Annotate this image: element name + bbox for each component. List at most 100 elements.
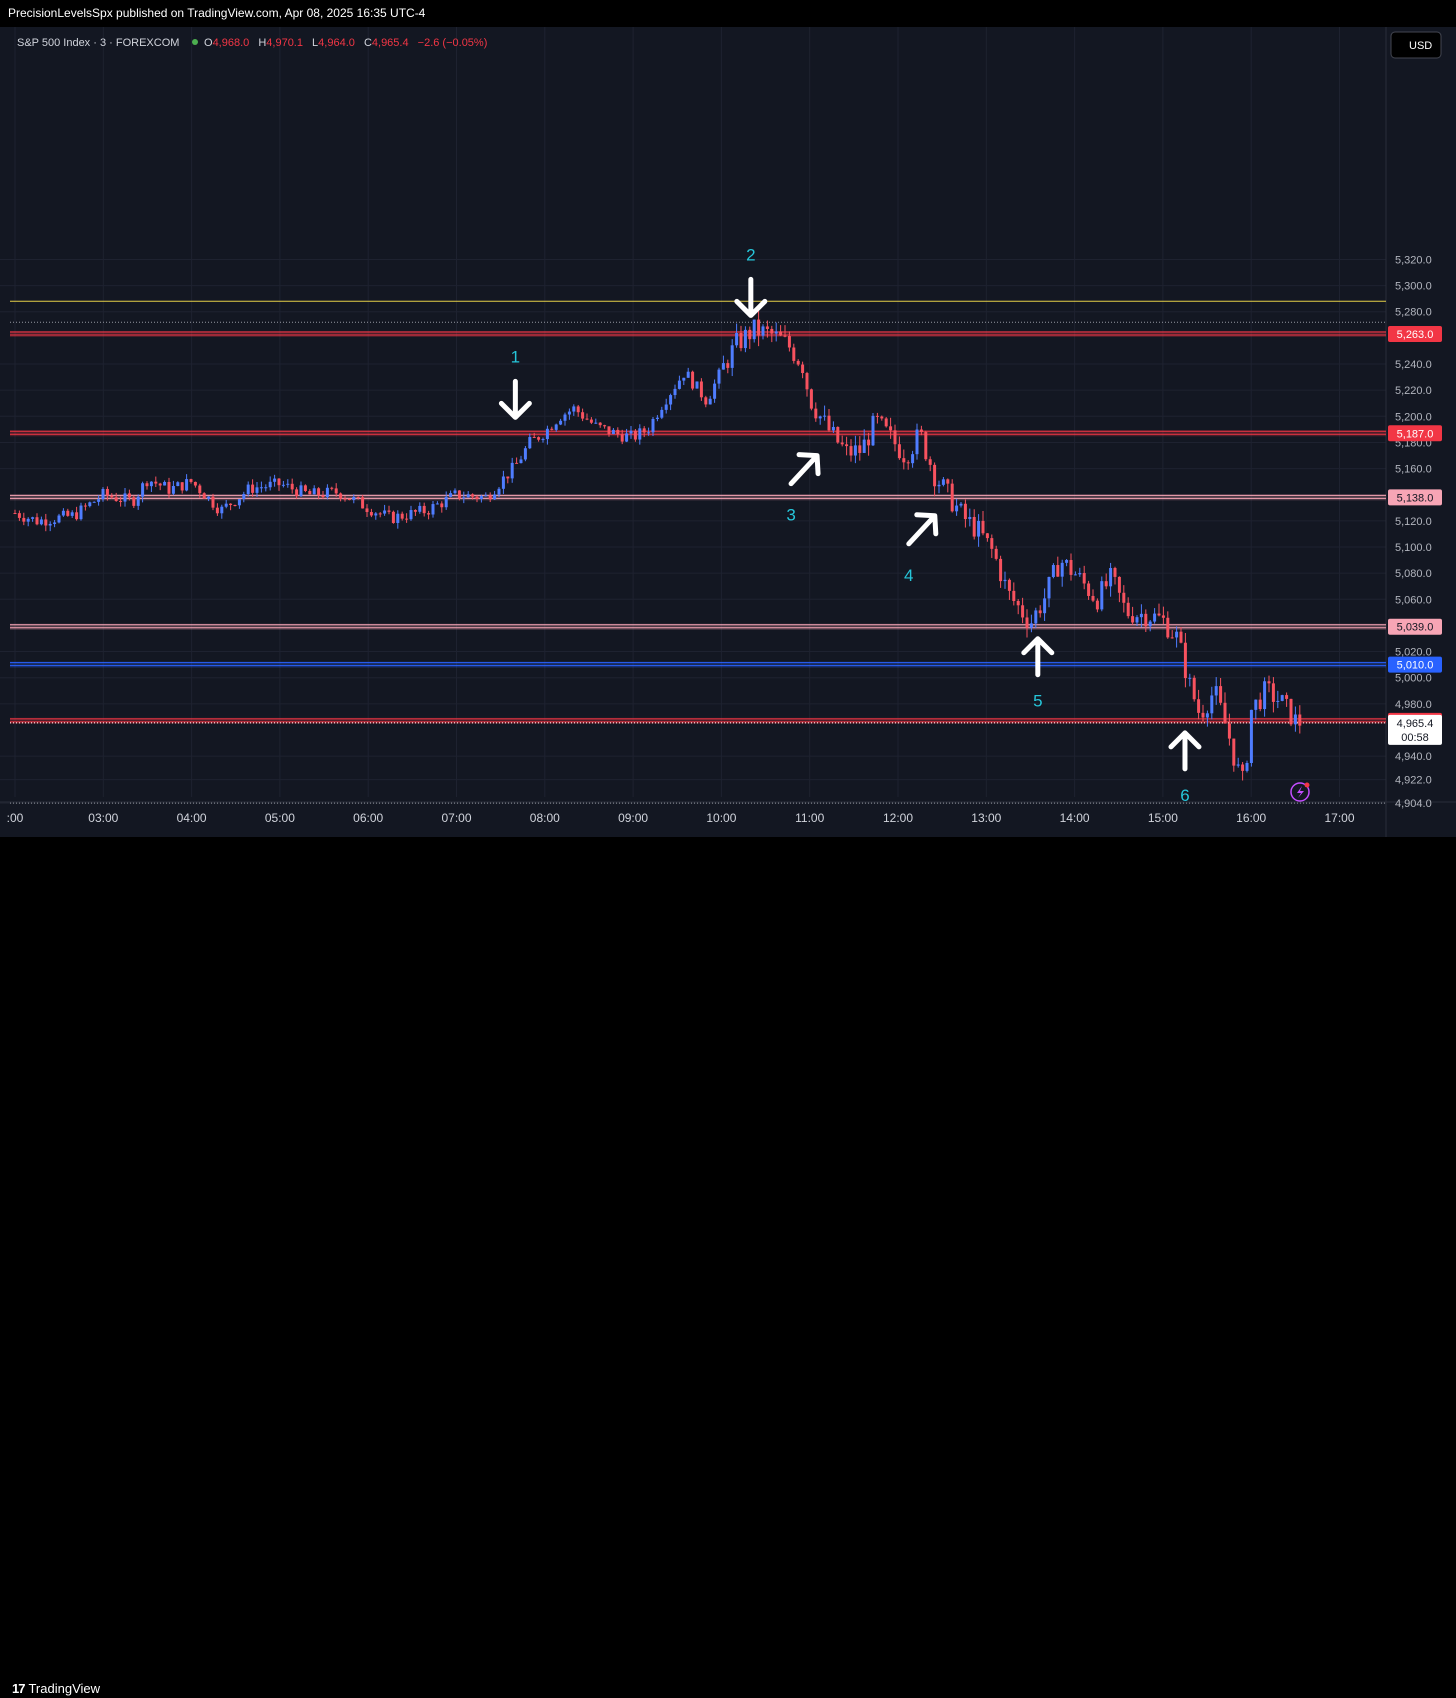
candle-body — [1034, 610, 1038, 624]
market-status-icon — [192, 39, 198, 45]
candle-body — [35, 517, 39, 525]
candle-body — [1100, 581, 1104, 610]
candle-body — [202, 493, 206, 499]
candle-body — [1192, 677, 1196, 700]
candle-body — [506, 476, 510, 479]
time-tick-label: 04:00 — [177, 811, 207, 825]
candle-body — [114, 497, 118, 502]
candle-body — [1276, 700, 1280, 702]
candle-body — [1087, 583, 1091, 596]
currency-button[interactable]: USD — [1390, 31, 1442, 59]
candle-body — [550, 428, 554, 430]
candle-body — [233, 505, 237, 507]
candle-body — [281, 484, 285, 486]
candle-body — [541, 439, 545, 441]
time-tick-label: 05:00 — [265, 811, 295, 825]
candle-body — [836, 426, 840, 443]
candle-body — [158, 483, 162, 486]
candle-body — [1254, 699, 1258, 710]
candle-body — [325, 487, 329, 497]
tradingview-logo[interactable]: 17 TradingView — [12, 1678, 100, 1698]
candle-body — [770, 328, 774, 334]
candle-body — [1148, 621, 1152, 627]
candle-body — [57, 515, 61, 523]
candle-body — [1298, 714, 1302, 726]
time-tick-label: 14:00 — [1060, 811, 1090, 825]
candle-body — [994, 548, 998, 559]
candle-body — [928, 459, 932, 465]
candle-body — [537, 437, 541, 440]
candle-body — [431, 504, 435, 515]
candle-body — [686, 371, 690, 378]
candle-body — [229, 503, 233, 506]
candle-body — [466, 494, 470, 498]
price-tick-label: 5,160.0 — [1395, 464, 1432, 476]
price-tick-label: 5,120.0 — [1395, 516, 1432, 528]
candle-body — [453, 490, 457, 494]
candle-body — [1201, 712, 1205, 718]
candle-body — [48, 523, 52, 526]
candle-body — [92, 501, 96, 503]
candle-body — [1280, 695, 1284, 701]
candle-body — [862, 439, 866, 453]
candle-body — [647, 432, 651, 434]
candle-body — [1139, 613, 1143, 618]
candle-body — [444, 496, 448, 508]
candle-body — [400, 513, 404, 519]
candle-body — [519, 459, 523, 464]
candle-body — [1065, 560, 1069, 563]
candle-body — [119, 501, 123, 503]
candle-body — [792, 347, 796, 361]
price-tick-label: 5,240.0 — [1395, 359, 1432, 371]
candle-body — [273, 478, 277, 482]
candle-body — [387, 510, 391, 512]
candle-body — [682, 377, 686, 381]
candle-body — [523, 448, 527, 460]
annotation-label: 1 — [511, 347, 520, 366]
candle-body — [889, 426, 893, 431]
candle-body — [999, 558, 1003, 582]
candle-body — [1210, 695, 1214, 714]
candle-body — [1285, 695, 1289, 699]
annotation-label: 4 — [904, 566, 913, 585]
time-tick-label: 06:00 — [353, 811, 383, 825]
candle-body — [950, 483, 954, 512]
candle-body — [871, 415, 875, 446]
candle-body — [977, 520, 981, 537]
candle-body — [1245, 762, 1249, 771]
candle-body — [933, 464, 937, 487]
candle-body — [374, 513, 378, 516]
candle-body — [145, 483, 149, 487]
candle-body — [475, 496, 479, 500]
candle-body — [629, 430, 633, 434]
candle-body — [1095, 600, 1099, 610]
candle-body — [246, 484, 250, 495]
candle-body — [695, 381, 699, 389]
price-tick-label: 5,100.0 — [1395, 542, 1432, 554]
time-tick-label: 03:00 — [88, 811, 118, 825]
annotation-label: 5 — [1033, 692, 1042, 711]
candle-body — [717, 369, 721, 384]
candle-body — [163, 481, 167, 486]
candle-body — [880, 416, 884, 419]
candle-body — [1153, 613, 1157, 622]
candle-body — [484, 495, 488, 497]
candle-body — [185, 479, 189, 491]
candle-body — [515, 462, 519, 464]
candle-body — [884, 418, 888, 427]
price-tick-label: 5,320.0 — [1395, 254, 1432, 266]
candle-body — [805, 373, 809, 390]
candle-body — [141, 483, 145, 497]
candle-body — [1117, 576, 1121, 593]
candle-body — [207, 496, 211, 499]
candle-body — [633, 430, 637, 440]
candle-body — [31, 517, 35, 519]
candle-body — [409, 510, 413, 520]
candle-body — [655, 417, 659, 419]
chart-area[interactable]: 1 2 3 4 5 6 5,320.0 5,300.0 5,280.0 5,240.0 5,220… — [0, 27, 1456, 837]
candle-body — [1267, 681, 1271, 684]
candle-body — [471, 494, 475, 497]
annotation-label: 6 — [1180, 786, 1189, 805]
candle-body — [673, 388, 677, 396]
candle-body — [699, 381, 703, 398]
